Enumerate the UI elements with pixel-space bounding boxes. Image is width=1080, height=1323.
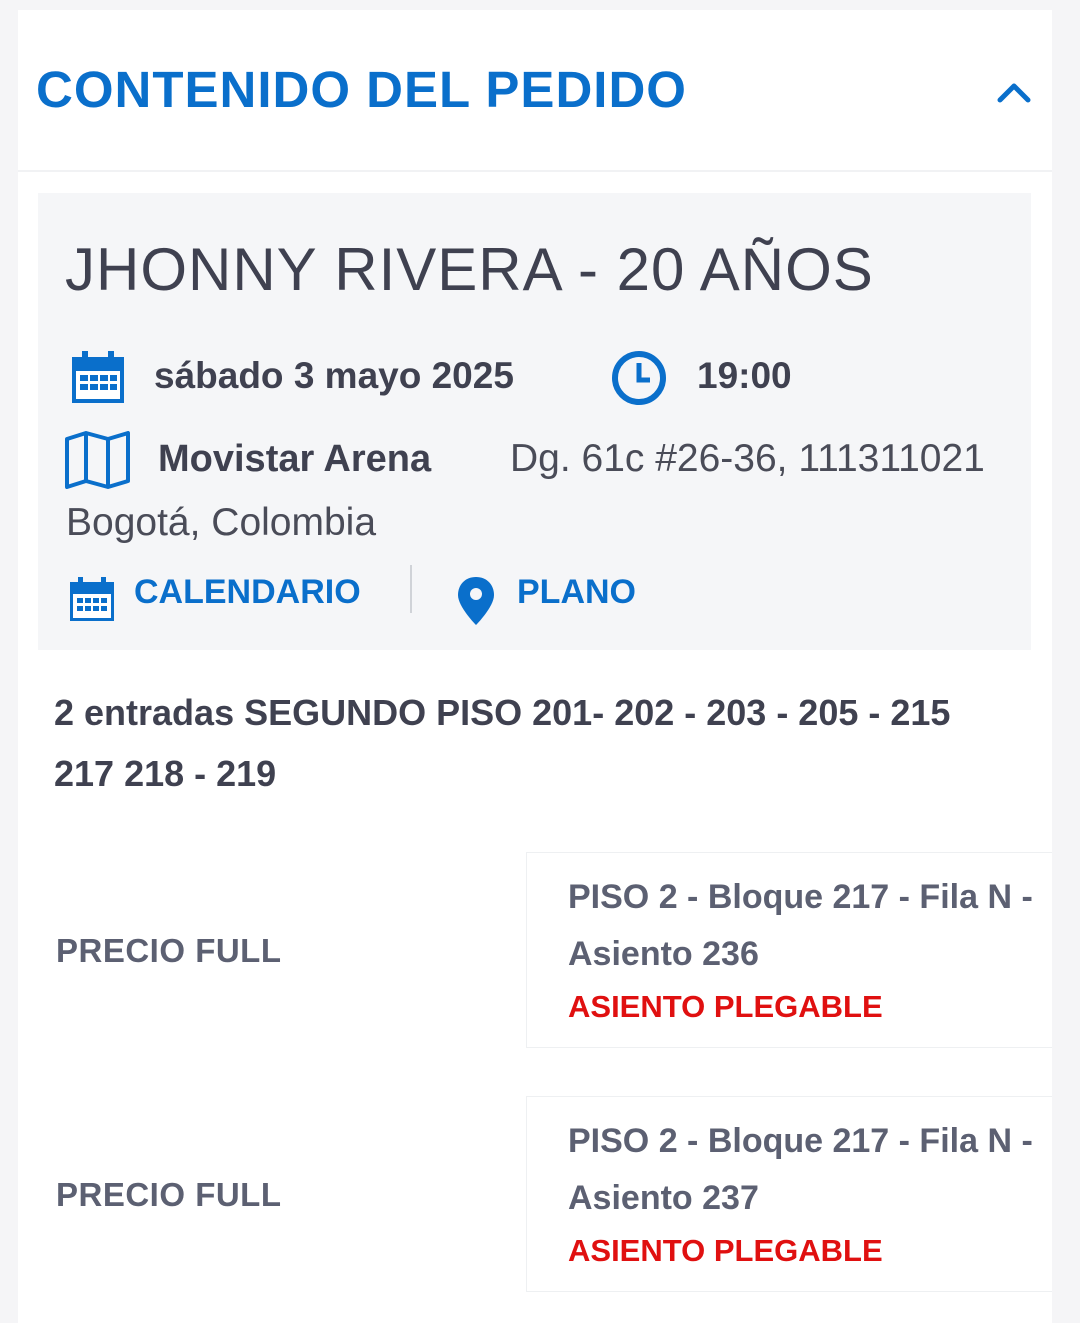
ticket-seat-note: ASIENTO PLEGABLE: [568, 989, 883, 1024]
ticket-seat-note: ASIENTO PLEGABLE: [568, 1233, 883, 1268]
venue-city: Bogotá, Colombia: [66, 501, 377, 544]
ticket-price-label: PRECIO FULL: [56, 1176, 282, 1213]
ticket-seat-info: PISO 2 - Bloque 217 - Fila N - Asiento 2…: [568, 1122, 1033, 1217]
order-content-title: CONTENIDO DEL PEDIDO: [36, 61, 687, 118]
clock-icon: [610, 349, 668, 407]
order-content-card: CONTENIDO DEL PEDIDO JHONNY RIVERA - 20 …: [18, 10, 1052, 1323]
calendar-link-icon[interactable]: [68, 577, 116, 623]
event-title: JHONNY RIVERA - 20 AÑOS: [65, 236, 874, 303]
tickets-summary: 2 entradas SEGUNDO PISO 201- 202 - 203 -…: [54, 692, 951, 794]
venue-name: Movistar Arena: [158, 438, 432, 480]
event-time: 19:00: [697, 355, 792, 396]
map-link[interactable]: PLANO: [517, 573, 636, 612]
collapse-button[interactable]: [990, 72, 1038, 112]
event-date: sábado 3 mayo 2025: [154, 355, 514, 396]
chevron-up-icon: [997, 83, 1031, 103]
ticket-seat-box: PISO 2 - Bloque 217 - Fila N - Asiento 2…: [526, 1096, 1052, 1292]
ticket-price-label: PRECIO FULL: [56, 932, 282, 969]
order-content-header[interactable]: CONTENIDO DEL PEDIDO: [18, 10, 1052, 172]
calendar-link[interactable]: CALENDARIO: [134, 573, 361, 612]
link-divider: [410, 565, 412, 613]
calendar-icon: [70, 351, 126, 405]
map-pin-icon[interactable]: [456, 575, 496, 627]
ticket-seat-box: PISO 2 - Bloque 217 - Fila N - Asiento 2…: [526, 852, 1052, 1048]
event-details: JHONNY RIVERA - 20 AÑOS sábado 3 mayo 20…: [38, 193, 1031, 650]
venue-address: Dg. 61c #26-36, 111311021: [510, 437, 985, 480]
ticket-seat-info: PISO 2 - Bloque 217 - Fila N - Asiento 2…: [568, 878, 1033, 973]
map-icon: [64, 431, 132, 489]
